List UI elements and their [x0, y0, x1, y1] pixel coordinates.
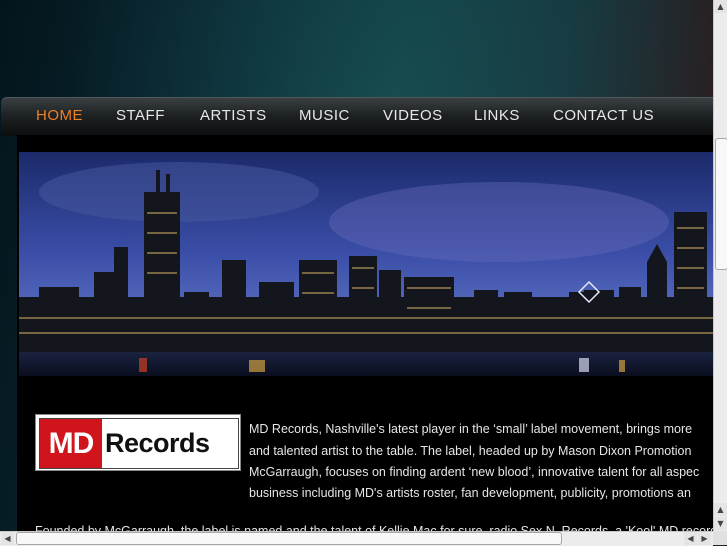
intro-line-4: business including MD's artists roster, … — [249, 486, 691, 500]
nav-music[interactable]: MUSIC — [299, 107, 350, 124]
logo-md-text: MD — [40, 419, 102, 468]
scroll-up-icon-bottom[interactable]: ▲ — [714, 503, 727, 516]
hero-city-skyline-image — [19, 152, 713, 376]
scroll-down-icon[interactable]: ▼ — [714, 517, 727, 530]
scroll-up-icon[interactable]: ▲ — [714, 0, 727, 13]
scrollbar-corner — [713, 531, 727, 545]
nav-staff[interactable]: STAFF — [116, 107, 165, 124]
vertical-scroll-thumb[interactable] — [715, 138, 727, 270]
nav-home[interactable]: HOME — [36, 107, 83, 124]
logo-records-text: Records — [105, 428, 210, 458]
intro-line-1: MD Records, Nashville's latest player in… — [249, 422, 693, 436]
intro-line-2: and talented artist to the table. The la… — [249, 444, 692, 458]
horizontal-scroll-thumb[interactable] — [16, 532, 562, 545]
logo-frame: MD Records — [39, 418, 239, 469]
nav-artists[interactable]: ARTISTS — [200, 107, 267, 124]
md-records-logo[interactable]: MD Records — [35, 414, 241, 471]
nav-links[interactable]: LINKS — [474, 107, 520, 124]
intro-line-3: McGarraugh, focuses on finding ardent ‘n… — [249, 465, 700, 479]
scroll-left-icon-right[interactable]: ◀ — [684, 532, 697, 545]
nav-contact-us[interactable]: CONTACT US — [553, 107, 654, 124]
scroll-right-icon[interactable]: ▶ — [698, 532, 711, 545]
scroll-left-icon[interactable]: ◀ — [1, 532, 14, 545]
main-navigation: HOME STAFF ARTISTS MUSIC VIDEOS LINKS CO… — [1, 97, 727, 136]
nav-videos[interactable]: VIDEOS — [383, 107, 443, 124]
